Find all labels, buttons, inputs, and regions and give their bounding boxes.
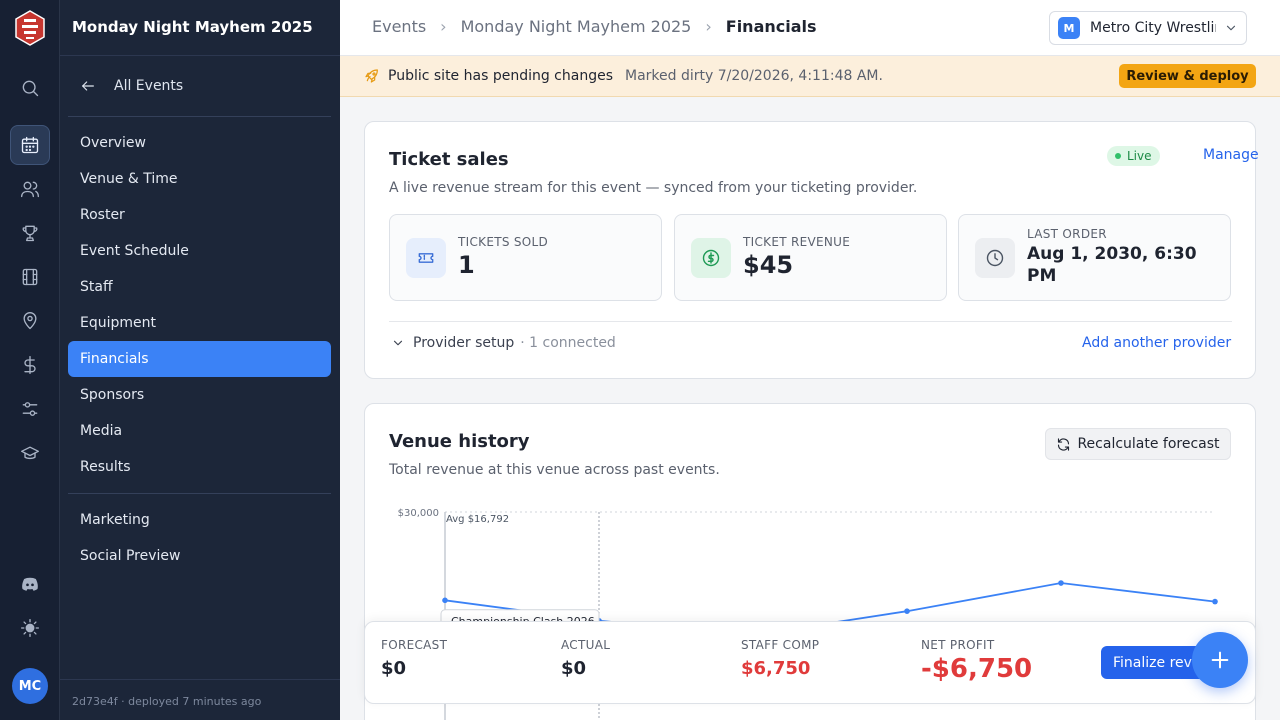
top-header: Events › Monday Night Mayhem 2025 › Fina…: [340, 0, 1280, 56]
card-subtitle: A live revenue stream for this event — s…: [389, 180, 918, 196]
back-to-all-events-link[interactable]: All Events: [80, 72, 183, 100]
map-pin-icon[interactable]: [10, 301, 50, 341]
y-tick-label: $30,000: [398, 508, 439, 519]
icon-rail: MC: [0, 0, 60, 720]
provider-setup-toggle[interactable]: Provider setup · 1 connected: [391, 335, 616, 351]
discord-icon[interactable]: [10, 564, 50, 604]
net-profit-label: NET PROFIT: [921, 638, 995, 652]
deploy-status: 2d73e4f · deployed 7 minutes ago: [72, 695, 262, 708]
nav-item-venue-time[interactable]: Venue & Time: [68, 161, 331, 197]
data-point: [1212, 598, 1218, 605]
divider: [60, 679, 340, 680]
net-profit-value: -$6,750: [921, 654, 1033, 684]
rocket-icon: [365, 69, 378, 83]
chevron-down-icon: [1226, 25, 1236, 31]
ticket-sales-card: Ticket sales Live Manage A live revenue …: [364, 121, 1259, 379]
live-dot-icon: [1115, 153, 1121, 159]
banner-subtitle: Marked dirty 7/20/2026, 4:11:48 AM.: [625, 68, 883, 84]
event-title: Monday Night Mayhem 2025: [72, 18, 313, 36]
nav-item-event-schedule[interactable]: Event Schedule: [68, 233, 331, 269]
manage-link[interactable]: Manage: [1203, 147, 1259, 163]
breadcrumb-current: Financials: [725, 17, 817, 36]
card-subtitle: Total revenue at this venue across past …: [389, 462, 720, 478]
provider-count: · 1 connected: [520, 335, 616, 351]
nav-item-roster[interactable]: Roster: [68, 197, 331, 233]
dollar-circle-icon: [691, 238, 731, 278]
review-deploy-button[interactable]: Review & deploy: [1119, 64, 1256, 88]
sun-icon[interactable]: [10, 608, 50, 648]
avatar[interactable]: MC: [12, 668, 48, 704]
nav-item-media[interactable]: Media: [68, 413, 331, 449]
refresh-icon: [1058, 437, 1070, 451]
dollar-icon[interactable]: [10, 345, 50, 385]
arrow-left-icon: [82, 81, 94, 91]
divider: [60, 55, 340, 56]
chevron-right-icon: ›: [440, 17, 447, 36]
stat-last-order: LAST ORDER Aug 1, 2030, 6:30 PM: [958, 214, 1231, 301]
financial-summary-bar: FORECAST $0 ACTUAL $0 STAFF COMP $6,750 …: [364, 621, 1256, 704]
stat-label: TICKET REVENUE: [743, 235, 851, 249]
divider: [68, 116, 331, 117]
ticket-icon: [406, 238, 446, 278]
event-sidebar: Monday Night Mayhem 2025 All Events Over…: [60, 0, 340, 720]
add-provider-link[interactable]: Add another provider: [1082, 335, 1231, 351]
search-icon[interactable]: [10, 68, 50, 108]
stat-value: 1: [458, 251, 475, 279]
breadcrumb-events[interactable]: Events: [372, 17, 426, 36]
chevron-down-icon: [393, 340, 403, 346]
chevron-right-icon: ›: [705, 17, 712, 36]
card-title: Venue history: [389, 431, 530, 452]
average-label: Avg $16,792: [446, 514, 509, 525]
stat-value: $45: [743, 251, 794, 279]
divider: [68, 493, 331, 494]
org-switcher[interactable]: M Metro City Wrestling: [1049, 11, 1247, 45]
nav-item-marketing[interactable]: Marketing: [68, 502, 331, 538]
stat-value: Aug 1, 2030, 6:30 PM: [1027, 244, 1197, 286]
recalculate-label: Recalculate forecast: [1077, 436, 1220, 452]
stat-label: TICKETS SOLD: [458, 235, 549, 249]
forecast-label: FORECAST: [381, 638, 448, 652]
sliders-icon[interactable]: [10, 389, 50, 429]
data-point: [1058, 580, 1064, 586]
status-badge-label: Live: [1127, 149, 1152, 163]
pending-changes-banner: Public site has pending changes Marked d…: [340, 56, 1280, 97]
data-point: [904, 608, 910, 614]
trophy-icon[interactable]: [10, 213, 50, 253]
actual-value: $0: [561, 658, 587, 679]
nav-item-overview[interactable]: Overview: [68, 125, 331, 161]
add-fab-button[interactable]: [1192, 632, 1248, 688]
app-logo-icon[interactable]: [14, 10, 46, 46]
staff-comp-label: STAFF COMP: [741, 638, 820, 652]
back-link-label: All Events: [114, 78, 184, 94]
breadcrumb: Events › Monday Night Mayhem 2025 › Fina…: [372, 17, 817, 36]
stat-tickets-sold: TICKETS SOLD 1: [389, 214, 662, 301]
forecast-value: $0: [381, 658, 407, 679]
data-point: [442, 597, 448, 604]
provider-setup-label: Provider setup: [413, 335, 515, 351]
stat-label: LAST ORDER: [1027, 227, 1107, 241]
graduation-cap-icon[interactable]: [10, 433, 50, 473]
nav-item-staff[interactable]: Staff: [68, 269, 331, 305]
plus-icon: [1211, 651, 1229, 669]
nav-item-financials[interactable]: Financials: [68, 341, 331, 377]
stat-ticket-revenue: TICKET REVENUE $45: [674, 214, 947, 301]
users-icon[interactable]: [10, 169, 50, 209]
status-badge: Live: [1107, 146, 1160, 166]
divider: [389, 321, 1232, 322]
nav-item-results[interactable]: Results: [68, 449, 331, 485]
org-badge: M: [1058, 17, 1080, 39]
nav-item-equipment[interactable]: Equipment: [68, 305, 331, 341]
staff-comp-value: $6,750: [741, 658, 811, 679]
clock-icon: [975, 238, 1015, 278]
calendar-icon[interactable]: [10, 125, 50, 165]
breadcrumb-event[interactable]: Monday Night Mayhem 2025: [461, 17, 692, 36]
actual-label: ACTUAL: [561, 638, 611, 652]
recalculate-forecast-button[interactable]: Recalculate forecast: [1045, 428, 1231, 460]
nav-item-social-preview[interactable]: Social Preview: [68, 538, 331, 574]
card-title: Ticket sales: [389, 149, 509, 170]
film-icon[interactable]: [10, 257, 50, 297]
nav-item-sponsors[interactable]: Sponsors: [68, 377, 331, 413]
banner-title: Public site has pending changes: [388, 68, 613, 84]
org-name: Metro City Wrestling: [1090, 20, 1216, 36]
